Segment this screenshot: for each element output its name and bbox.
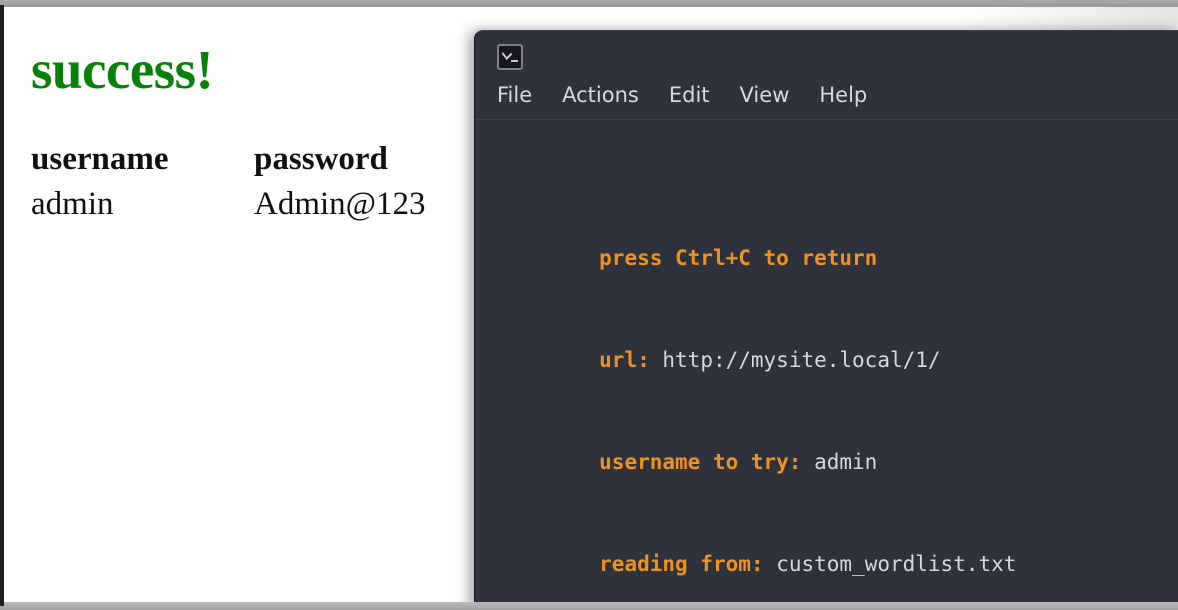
terminal-icon[interactable] <box>497 44 523 70</box>
menu-item-view[interactable]: View <box>740 83 790 107</box>
terminal-menu-bar: File Actions Edit View Help <box>475 73 1178 119</box>
terminal-line: url: http://mysite.local/1/ <box>498 309 1178 372</box>
table-header-row: username password <box>31 141 426 182</box>
menu-item-edit[interactable]: Edit <box>669 83 710 107</box>
terminal-line-value: http://mysite.local/1/ <box>662 348 941 372</box>
menu-item-file[interactable]: File <box>497 83 532 107</box>
credentials-table: username password admin Admin@123 <box>31 141 426 223</box>
menu-item-actions[interactable]: Actions <box>562 83 639 107</box>
terminal-window[interactable]: File Actions Edit View Help press Ctrl+C… <box>474 30 1178 610</box>
terminal-output[interactable]: press Ctrl+C to return url: http://mysit… <box>475 120 1178 610</box>
terminal-tab-bar[interactable] <box>475 31 1178 73</box>
terminal-line: reading from: custom_wordlist.txt <box>498 513 1178 576</box>
menu-item-help[interactable]: Help <box>819 83 867 107</box>
browser-left-edge <box>0 5 4 606</box>
column-header-password: password <box>254 140 388 177</box>
terminal-line-value: admin <box>814 450 878 474</box>
terminal-line: username to try: admin <box>498 411 1178 474</box>
cell-password: Admin@123 <box>254 185 426 222</box>
terminal-line: press Ctrl+C to return <box>498 207 1178 270</box>
table-row: admin Admin@123 <box>31 182 426 223</box>
browser-bottom-chrome <box>0 602 1178 610</box>
cell-username: admin <box>31 185 114 222</box>
terminal-line-label: reading from: <box>599 552 764 576</box>
terminal-line-label: url: <box>599 348 650 372</box>
column-header-username: username <box>31 140 169 177</box>
browser-top-chrome <box>0 0 1178 7</box>
terminal-line-label: press Ctrl+C to return <box>599 246 878 270</box>
terminal-line-value: custom_wordlist.txt <box>776 552 1017 576</box>
prompt-arrow-icon <box>501 47 513 61</box>
terminal-line-label: username to try: <box>599 450 802 474</box>
screenshot-root: success! username password admin Admin@1… <box>0 0 1178 610</box>
prompt-underscore-icon <box>511 60 518 62</box>
